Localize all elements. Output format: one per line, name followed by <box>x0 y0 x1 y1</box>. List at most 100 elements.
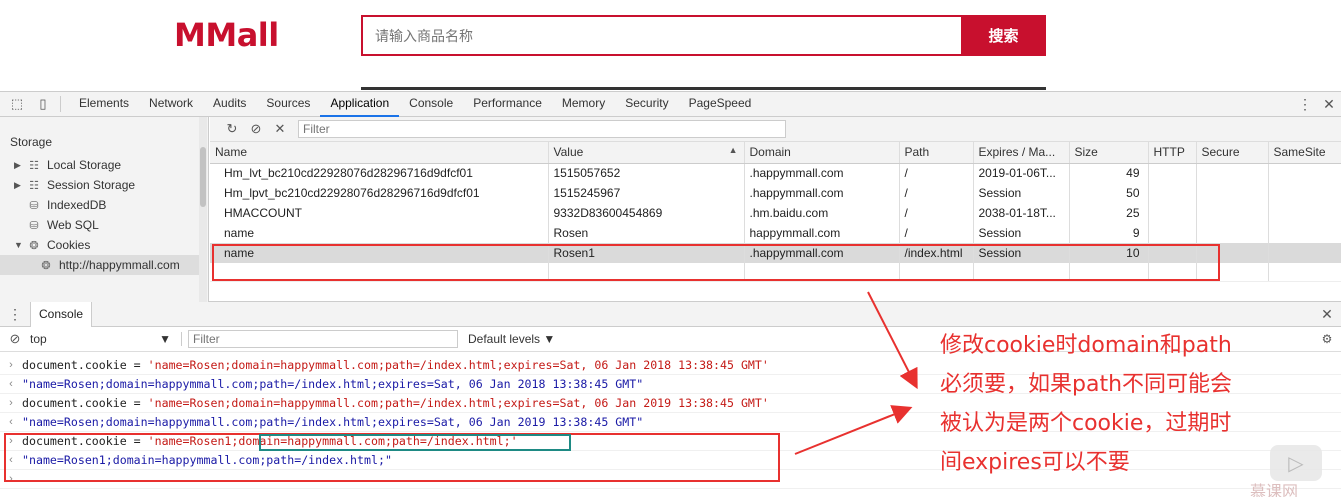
context-label: top <box>30 332 47 346</box>
table-cell: Session <box>973 223 1070 243</box>
tab-console[interactable]: Console <box>399 91 463 117</box>
table-row[interactable]: name Rosen1 .happymmall.com/index.html Sess… <box>210 243 1341 263</box>
table-cell: 10 <box>1069 243 1149 263</box>
search-input[interactable] <box>363 17 961 54</box>
tab-elements[interactable]: Elements <box>69 91 139 117</box>
database-icon: ⛁ <box>29 199 39 212</box>
table-row[interactable]: Hm_lpvt_bc210cd22928076d28296716d9dfcf01… <box>210 183 1341 203</box>
expand-arrow-icon[interactable]: ▶ <box>14 180 26 191</box>
scrollbar-thumb[interactable] <box>200 147 206 207</box>
table-cell: 9 <box>1069 223 1149 243</box>
database-icon: ⛁ <box>29 219 39 232</box>
annotation-line: 必须要，如果path不同可能会 <box>940 372 1233 397</box>
sidebar-item-session-storage[interactable]: ▶ ☷ Session Storage <box>14 175 135 195</box>
column-header[interactable]: SameSite <box>1268 142 1341 164</box>
table-cell <box>1196 223 1269 243</box>
console-string: "name=Rosen1;domain=happymmall.com;path=… <box>22 453 392 467</box>
table-row[interactable]: Hm_lvt_bc210cd22928076d28296716d9dfcf01 1… <box>210 163 1341 183</box>
console-string: "name=Rosen;domain=happymmall.com;path=/… <box>22 377 644 391</box>
column-header[interactable]: Secure <box>1196 142 1269 164</box>
table-cell <box>1268 163 1341 183</box>
column-header[interactable]: Expires / Ma... <box>973 142 1070 164</box>
table-row[interactable]: name Rosen happymmall.com / Session 9 <box>210 223 1341 243</box>
input-prompt-icon: › <box>9 435 13 447</box>
column-header-label: HTTP <box>1153 145 1185 160</box>
inspect-element-icon[interactable]: ⬚ <box>8 96 26 112</box>
log-levels-dropdown[interactable]: Default levels ▼ <box>468 332 555 346</box>
sidebar-item-label: Session Storage <box>47 178 136 192</box>
cookie-icon: ❂ <box>41 259 51 272</box>
tab-application[interactable]: Application <box>320 91 400 117</box>
tab-security[interactable]: Security <box>615 91 678 117</box>
application-panel: Storage ▶ ☷ Local Storage ▶ ☷ Session St… <box>0 117 1341 302</box>
column-header[interactable]: HTTP <box>1148 142 1197 164</box>
console-filter-input[interactable] <box>188 330 458 348</box>
sidebar-scrollbar[interactable] <box>199 117 207 302</box>
cookie-toolbar: ↻ ⊘ ✕ <box>210 117 1341 142</box>
result-prompt-icon: ‹ <box>9 378 13 390</box>
column-header[interactable]: Value ▲ <box>548 142 745 164</box>
table-cell: Session <box>973 183 1070 203</box>
device-toolbar-icon[interactable]: ▯ <box>34 96 52 112</box>
table-cell: 50 <box>1069 183 1149 203</box>
clear-all-icon[interactable]: ⊘ <box>244 121 268 137</box>
tab-audits[interactable]: Audits <box>203 91 256 117</box>
table-cell: .happymmall.com <box>744 243 900 263</box>
table-cell: Session <box>973 243 1070 263</box>
table-cell: 2038-01-18T... <box>973 203 1070 223</box>
table-cell <box>1069 263 1149 282</box>
sidebar-item-websql[interactable]: ⛁ Web SQL <box>26 215 98 235</box>
dropdown-arrow-icon: ▼ <box>159 332 171 346</box>
table-cell <box>1196 183 1269 203</box>
sidebar-item-indexeddb[interactable]: ⛁ IndexedDB <box>26 195 106 215</box>
column-header[interactable]: Size <box>1069 142 1149 164</box>
sidebar-item-label: Local Storage <box>47 158 122 172</box>
table-cell: /index.html <box>899 243 974 263</box>
table-cell <box>1148 163 1197 183</box>
table-row[interactable]: HMACCOUNT 9332D83600454869 .hm.baidu.com/2… <box>210 203 1341 223</box>
sidebar-item-cookies[interactable]: ▼ ❂ Cookies <box>14 235 90 255</box>
console-string: 'name=Rosen;domain=happymmall.com;path=/… <box>147 396 769 410</box>
console-string: 'name=Rosen1;domain=happymmall.com;path=… <box>147 434 518 448</box>
table-cell: .happymmall.com <box>744 183 900 203</box>
table-cell: name <box>210 223 549 243</box>
table-cell <box>1268 203 1341 223</box>
site-logo[interactable]: MMall <box>174 16 279 54</box>
column-header[interactable]: Domain <box>744 142 900 164</box>
close-drawer-icon[interactable]: ✕ <box>1313 306 1341 323</box>
devtools-tab-list: Elements Network Audits Sources Application C… <box>69 91 761 117</box>
table-cell: 2019-01-06T... <box>973 163 1070 183</box>
table-cell: .hm.baidu.com <box>744 203 900 223</box>
sidebar-item-local-storage[interactable]: ▶ ☷ Local Storage <box>14 155 121 175</box>
refresh-icon[interactable]: ↻ <box>220 121 244 137</box>
table-cell: name <box>210 243 549 263</box>
tab-pagespeed[interactable]: PageSpeed <box>679 91 762 117</box>
sidebar-item-label: http://happymmall.com <box>59 258 180 272</box>
expand-arrow-icon[interactable]: ▶ <box>14 160 26 171</box>
tab-console[interactable]: Console <box>30 301 93 327</box>
sidebar-item-label: Cookies <box>47 238 91 252</box>
context-selector[interactable]: top ▼ <box>30 332 182 346</box>
tab-sources[interactable]: Sources <box>256 91 320 117</box>
video-play-icon[interactable]: ▷ <box>1270 445 1322 481</box>
collapse-arrow-icon[interactable]: ▼ <box>14 240 26 250</box>
column-header[interactable]: Path <box>899 142 974 164</box>
storage-header: Storage <box>10 135 53 149</box>
delete-selected-icon[interactable]: ✕ <box>268 121 292 137</box>
tab-performance[interactable]: Performance <box>463 91 552 117</box>
table-cell <box>1148 243 1197 263</box>
drawer-menu-icon[interactable]: ⋮ <box>0 306 30 323</box>
column-header[interactable]: Name <box>210 142 549 164</box>
console-code: document.cookie = <box>22 434 148 448</box>
table-cell: / <box>899 223 974 243</box>
clear-console-icon[interactable]: ⊘ <box>0 331 30 347</box>
grid-icon: ☷ <box>29 179 39 192</box>
tab-network[interactable]: Network <box>139 91 203 117</box>
table-cell <box>1268 243 1341 263</box>
cookie-filter-input[interactable] <box>298 120 786 138</box>
more-options-icon[interactable]: ⋮ <box>1293 96 1317 113</box>
tab-memory[interactable]: Memory <box>552 91 615 117</box>
search-button[interactable]: 搜索 <box>961 15 1046 56</box>
close-devtools-icon[interactable]: ✕ <box>1317 96 1341 113</box>
sidebar-item-cookie-origin[interactable]: ❂ http://happymmall.com <box>0 255 199 275</box>
